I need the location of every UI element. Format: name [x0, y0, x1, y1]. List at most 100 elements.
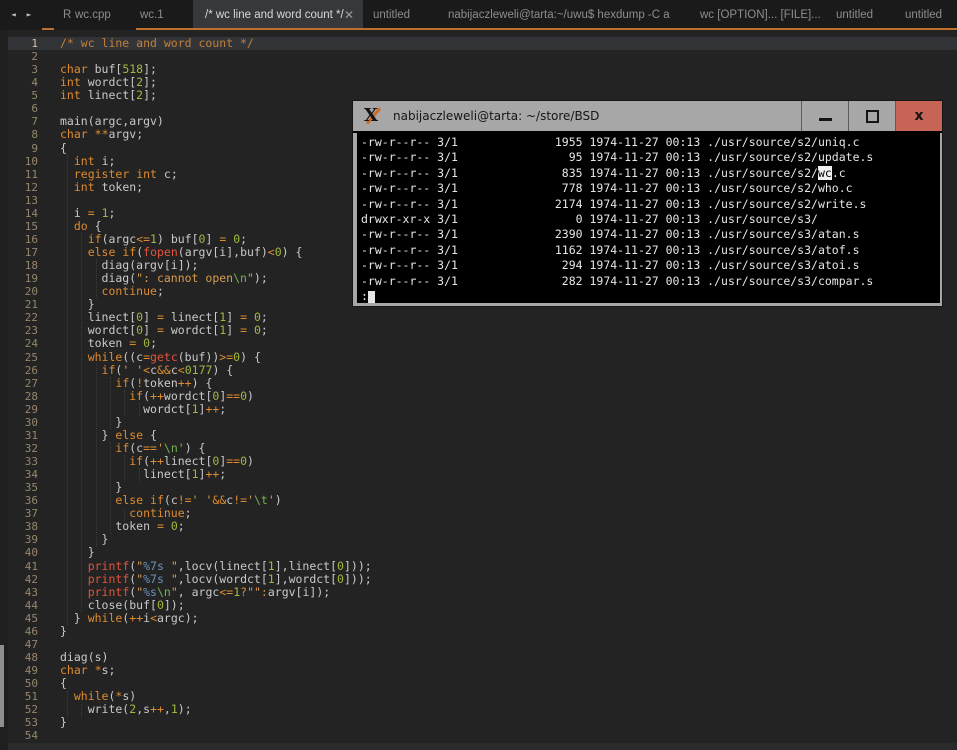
line-number: 35: [8, 481, 38, 494]
code-line: 54: [0, 729, 957, 742]
code-line: 50{: [0, 677, 957, 690]
line-number: 54: [8, 729, 38, 742]
close-icon[interactable]: ✕: [344, 0, 354, 30]
line-number: 26: [8, 364, 38, 377]
line-number: 29: [8, 403, 38, 416]
code-line: 48diag(s): [0, 651, 957, 664]
screen: { "tabbar": { "nav_arrows": "◄ ►", "tabs…: [0, 0, 957, 750]
line-number: 15: [8, 220, 38, 233]
tab-untitled-3[interactable]: untitled: [905, 0, 942, 30]
line-number: 32: [8, 442, 38, 455]
line-number: 37: [8, 507, 38, 520]
tab-hexdump[interactable]: nabijaczleweli@tarta:~/uwu$ hexdump -C a: [448, 0, 670, 30]
code-line: 39 }: [0, 533, 957, 546]
below-eof-area: [0, 743, 957, 750]
xterm-icon-x: X: [364, 105, 378, 127]
terminal-titlebar[interactable]: X nabijaczleweli@tarta: ~/store/BSD x: [353, 101, 942, 133]
maximize-icon: [866, 110, 879, 123]
line-number: 30: [8, 416, 38, 429]
tab-untitled-2[interactable]: untitled: [836, 0, 873, 30]
line-number: 1: [8, 37, 38, 50]
tab-wc-cpp-indicator: R: [63, 0, 71, 30]
line-number: 36: [8, 494, 38, 507]
terminal-row: -rw-r--r-- 3/1 1955 1974-11-27 00:13 ./u…: [361, 135, 940, 150]
line-number: 9: [8, 142, 38, 155]
line-number: 16: [8, 233, 38, 246]
tab-wc-option[interactable]: wc [OPTION]... [FILE]...: [700, 0, 821, 30]
code-line: 1 /* wc line and word count */: [0, 37, 957, 50]
terminal-row: -rw-r--r-- 3/1 835 1974-11-27 00:13 ./us…: [361, 166, 940, 181]
code-line: 49 char *s;: [0, 664, 957, 677]
tab-wc-1[interactable]: wc.1: [140, 0, 164, 30]
line-number: 13: [8, 194, 38, 207]
code-line: 38 token = 0;: [0, 520, 957, 533]
line-number: 14: [8, 207, 38, 220]
line-number: 21: [8, 298, 38, 311]
line-number: 51: [8, 690, 38, 703]
line-number: 5: [8, 89, 38, 102]
line-number: 25: [8, 351, 38, 364]
line-number: 39: [8, 533, 38, 546]
code-line: 52 write(2,s++,1);: [0, 703, 957, 716]
code-text: } while(++i<argc);: [60, 612, 199, 625]
code-text: char *s;: [60, 664, 115, 677]
tab-untitled-1[interactable]: untitled: [373, 0, 410, 30]
code-line: 53}: [0, 716, 957, 729]
tab-nav-arrows-icon[interactable]: ◄ ►: [11, 0, 34, 30]
minimize-button[interactable]: [801, 101, 848, 131]
line-number: 6: [8, 102, 38, 115]
line-number: 45: [8, 612, 38, 625]
line-number: 52: [8, 703, 38, 716]
terminal-row: -rw-r--r-- 3/1 2174 1974-11-27 00:13 ./u…: [361, 197, 940, 212]
terminal-content[interactable]: -rw-r--r-- 3/1 1955 1974-11-27 00:13 ./u…: [357, 133, 940, 303]
line-number: 43: [8, 586, 38, 599]
line-number: 46: [8, 625, 38, 638]
code-text: int linect[2];: [60, 89, 157, 102]
line-number: 18: [8, 259, 38, 272]
line-number: 44: [8, 599, 38, 612]
line-number: 11: [8, 168, 38, 181]
xterm-icon: X: [362, 105, 384, 127]
line-number: 53: [8, 716, 38, 729]
line-number: 19: [8, 272, 38, 285]
code-line: 29 wordct[1]++;: [0, 403, 957, 416]
line-number: 49: [8, 664, 38, 677]
terminal-cursor: [368, 291, 375, 303]
terminal-row: -rw-r--r-- 3/1 1162 1974-11-27 00:13 ./u…: [361, 243, 940, 258]
line-number: 28: [8, 390, 38, 403]
code-text: char **argv;: [60, 128, 143, 141]
line-number: 27: [8, 377, 38, 390]
line-number: 2: [8, 50, 38, 63]
line-number: 3: [8, 63, 38, 76]
tab-bar: ◄ ► R wc.cpp wc.1 /* wc line and word co…: [0, 0, 957, 30]
terminal-row: :: [361, 289, 940, 303]
code-line: 46}: [0, 625, 957, 638]
line-number: 10: [8, 155, 38, 168]
terminal-row: drwxr-xr-x 3/1 0 1974-11-27 00:13 ./usr/…: [361, 212, 940, 227]
line-number: 23: [8, 324, 38, 337]
line-number: 24: [8, 337, 38, 350]
code-line: 34 linect[1]++;: [0, 468, 957, 481]
minimize-icon: [819, 118, 832, 121]
line-number: 33: [8, 455, 38, 468]
line-number: 34: [8, 468, 38, 481]
line-number: 31: [8, 429, 38, 442]
line-number: 17: [8, 246, 38, 259]
code-text: }: [60, 625, 67, 638]
code-text: /* wc line and word count */: [60, 37, 254, 50]
terminal-row: -rw-r--r-- 3/1 282 1974-11-27 00:13 ./us…: [361, 274, 940, 289]
line-number: 41: [8, 560, 38, 573]
maximize-button[interactable]: [848, 101, 895, 131]
terminal-window: X nabijaczleweli@tarta: ~/store/BSD x -r…: [352, 100, 943, 307]
line-number: 42: [8, 573, 38, 586]
tab-active-label: /* wc line and word count */: [205, 0, 344, 30]
line-number: 20: [8, 285, 38, 298]
scrollbar-thumb[interactable]: [0, 645, 4, 727]
search-highlight: wc: [818, 166, 832, 180]
line-number: 8: [8, 128, 38, 141]
tab-wc-cpp[interactable]: wc.cpp: [75, 0, 111, 30]
code-text: int token;: [60, 181, 143, 194]
line-number: 40: [8, 546, 38, 559]
close-button[interactable]: x: [895, 101, 942, 131]
code-text: }: [60, 716, 67, 729]
